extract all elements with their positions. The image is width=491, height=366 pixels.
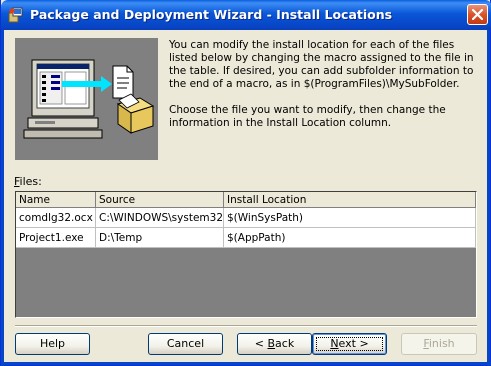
cell-install-location[interactable]: $(WinSysPath) [223, 207, 476, 228]
setup-wizard-icon [7, 6, 25, 24]
title-bar[interactable]: Package and Deployment Wizard - Install … [1, 0, 491, 30]
files-grid[interactable]: Name Source Install Location comdlg32.oc… [15, 191, 477, 318]
window-border-bottom [1, 362, 491, 365]
cell-name[interactable]: Project1.exe [16, 227, 96, 248]
cell-name[interactable]: comdlg32.ocx [16, 207, 96, 228]
next-button-label: Next > [330, 337, 368, 350]
table-row[interactable]: comdlg32.ocx C:\WINDOWS\system32 $(WinSy… [16, 207, 476, 228]
back-button-label: < Back [255, 337, 294, 350]
computer-with-files-illustration [15, 38, 158, 160]
help-button[interactable]: Help [15, 333, 90, 355]
cell-source[interactable]: D:\Temp [95, 227, 224, 248]
back-button[interactable]: < Back [237, 333, 312, 355]
files-label: Files: [14, 175, 42, 188]
table-row[interactable]: Project1.exe D:\Temp $(AppPath) [16, 227, 476, 248]
close-icon [472, 9, 483, 20]
instructions-paragraph-1: You can modify the install location for … [169, 39, 474, 90]
window-title: Package and Deployment Wizard - Install … [30, 7, 393, 22]
wizard-window: Package and Deployment Wizard - Install … [0, 0, 491, 366]
back-button-text: ack [275, 337, 295, 350]
cell-source[interactable]: C:\WINDOWS\system32 [95, 207, 224, 228]
column-header-source[interactable]: Source [95, 192, 224, 208]
files-table: Name Source Install Location comdlg32.oc… [16, 192, 476, 248]
back-button-prefix: < [254, 337, 268, 350]
column-header-install-location[interactable]: Install Location [223, 192, 476, 208]
finish-button-text: inish [428, 337, 455, 350]
button-divider [15, 325, 477, 327]
next-button[interactable]: Next > [312, 333, 387, 355]
header-row: Name Source Install Location [16, 192, 476, 208]
back-button-accelerator: B [267, 337, 276, 350]
column-header-name[interactable]: Name [16, 192, 96, 208]
instructions-paragraph-2: Choose the file you want to modify, then… [169, 104, 446, 129]
finish-button[interactable]: Finish [401, 333, 477, 355]
help-button-label: Help [39, 337, 66, 350]
next-button-accelerator: N [330, 337, 339, 350]
window-border-right [487, 30, 490, 366]
finish-button-label: Finish [423, 337, 454, 350]
cancel-button-label: Cancel [166, 337, 205, 350]
cancel-button[interactable]: Cancel [148, 333, 223, 355]
cell-install-location[interactable]: $(AppPath) [223, 227, 476, 248]
instructions-text: You can modify the install location for … [169, 39, 481, 143]
close-button[interactable] [467, 4, 488, 25]
files-label-text: iles: [19, 175, 42, 188]
window-border-left [1, 30, 4, 366]
next-button-text: ext > [338, 337, 369, 350]
